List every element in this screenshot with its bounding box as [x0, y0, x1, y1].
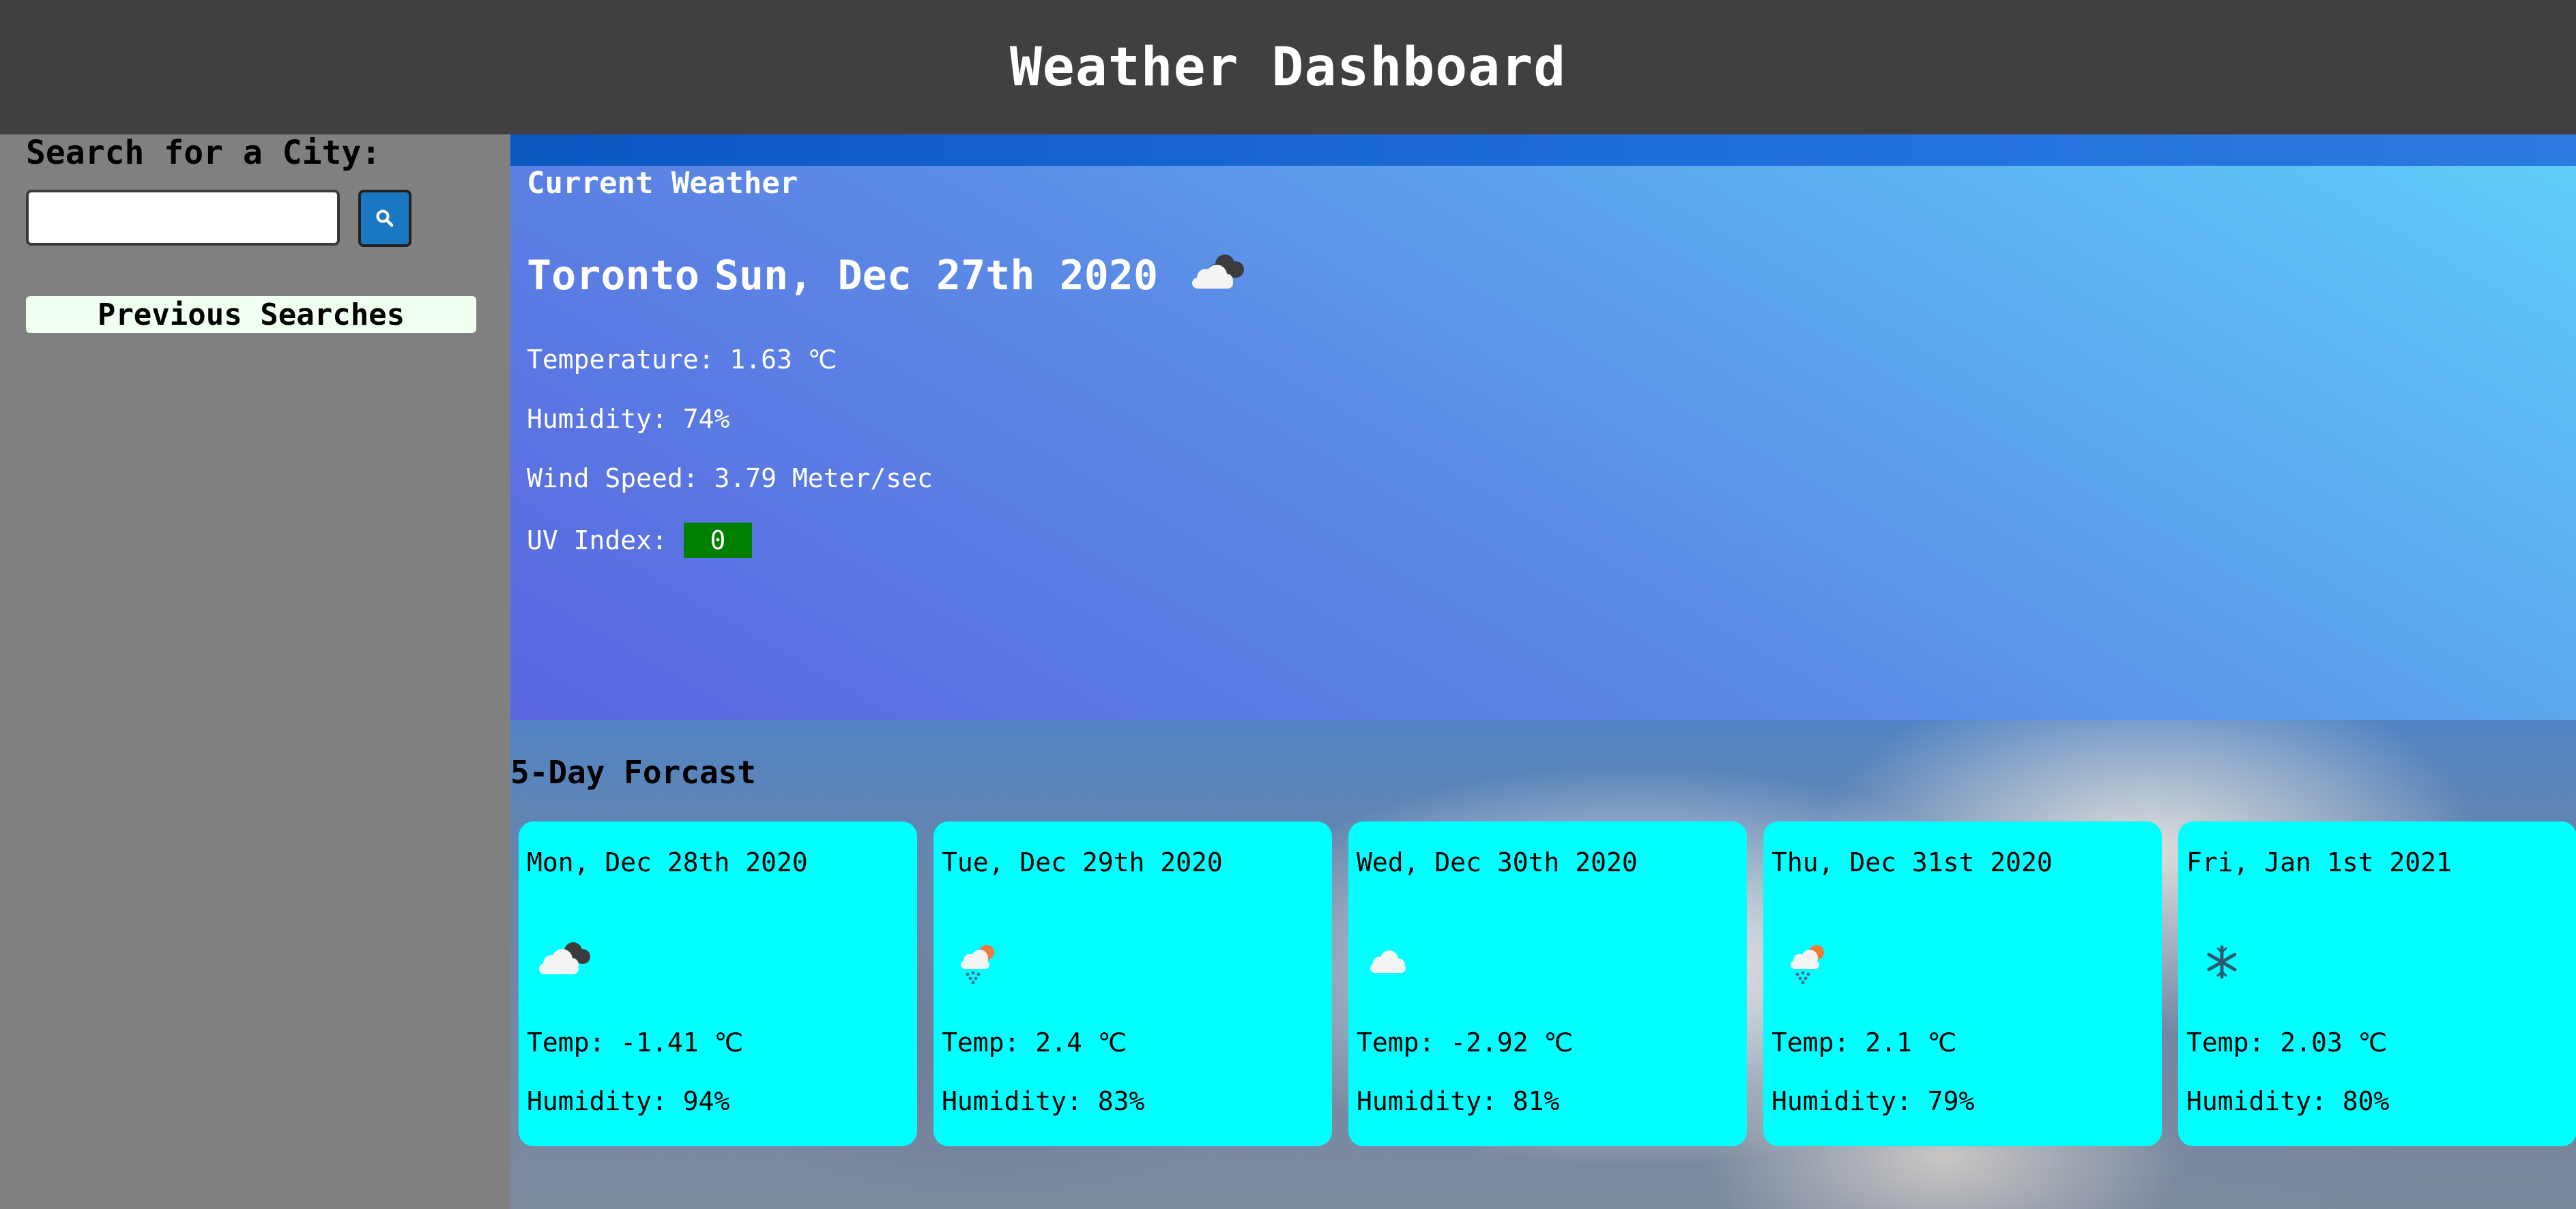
- current-weather-panel: Current Weather Toronto Sun, Dec 27th 20…: [510, 166, 2576, 720]
- current-wind-speed: Wind Speed: 3.79 Meter/sec: [527, 463, 933, 493]
- uv-index-label: UV Index:: [527, 525, 667, 555]
- page-title: Weather Dashboard: [1009, 36, 1567, 98]
- forecast-date: Fri, Jan 1st 2021: [2186, 847, 2452, 877]
- forecast-humidity: Humidity: 81%: [1357, 1086, 1560, 1116]
- top-strip: [510, 134, 2576, 166]
- previous-searches-header: Previous Searches: [26, 296, 476, 333]
- forecast-humidity: Humidity: 79%: [1771, 1086, 1975, 1116]
- main-content: Current Weather Toronto Sun, Dec 27th 20…: [510, 134, 2576, 1209]
- current-weather-heading: Current Weather: [527, 166, 798, 201]
- current-humidity: Humidity: 74%: [527, 404, 730, 434]
- current-date: Sun, Dec 27th 2020: [714, 251, 1159, 300]
- forecast-humidity: Humidity: 80%: [2186, 1086, 2390, 1116]
- forecast-card: Tue, Dec 29th 2020 Temp: 2.4 ℃ Humidity:…: [934, 821, 1332, 1146]
- clouds-icon: [1183, 246, 1251, 304]
- forecast-card: Fri, Jan 1st 2021 Temp: 2.03 ℃ Humidity:…: [2178, 821, 2576, 1146]
- rain-snow-sun-icon: [943, 924, 1018, 985]
- forecast-date: Wed, Dec 30th 2020: [1357, 847, 1638, 877]
- forecast-temp: Temp: 2.03 ℃: [2186, 1028, 2388, 1058]
- current-temperature: Temperature: 1.63 ℃: [527, 345, 837, 375]
- forecast-temp: Temp: -1.41 ℃: [527, 1028, 744, 1058]
- city-date-line: Toronto Sun, Dec 27th 2020: [527, 246, 1251, 304]
- forecast-date: Mon, Dec 28th 2020: [527, 847, 808, 877]
- city-search-input[interactable]: [26, 190, 340, 246]
- forecast-date: Tue, Dec 29th 2020: [942, 847, 1223, 877]
- forecast-temp: Temp: 2.1 ℃: [1771, 1028, 1957, 1058]
- search-icon: [376, 209, 394, 227]
- forecast-card: Wed, Dec 30th 2020 Temp: -2.92 ℃ Humidit…: [1348, 821, 1747, 1146]
- uv-index-badge: 0: [683, 523, 752, 558]
- search-label: Search for a City:: [26, 134, 381, 172]
- forecast-humidity: Humidity: 94%: [527, 1086, 730, 1116]
- forecast-temp: Temp: 2.4 ℃: [942, 1028, 1127, 1058]
- rain-snow-sun-icon: [1773, 924, 1848, 985]
- forecast-heading: 5-Day Forcast: [510, 754, 757, 791]
- forecast-card: Thu, Dec 31st 2020 Temp: 2.1 ℃ Humidity:…: [1763, 821, 2162, 1146]
- forecast-temp: Temp: -2.92 ℃: [1357, 1028, 1574, 1058]
- broken-clouds-icon: [528, 924, 603, 985]
- city-name: Toronto: [527, 251, 699, 300]
- cloud-icon: [1358, 924, 1433, 985]
- forecast-humidity: Humidity: 83%: [942, 1086, 1145, 1116]
- forecast-date: Thu, Dec 31st 2020: [1771, 847, 2053, 877]
- forecast-card: Mon, Dec 28th 2020 Temp: -1.41 ℃ Humidit…: [519, 821, 917, 1146]
- app-header: Weather Dashboard: [0, 0, 2576, 134]
- snowflake-icon: [2188, 924, 2263, 985]
- search-button[interactable]: [358, 190, 411, 247]
- uv-index-row: UV Index: 0: [527, 523, 752, 558]
